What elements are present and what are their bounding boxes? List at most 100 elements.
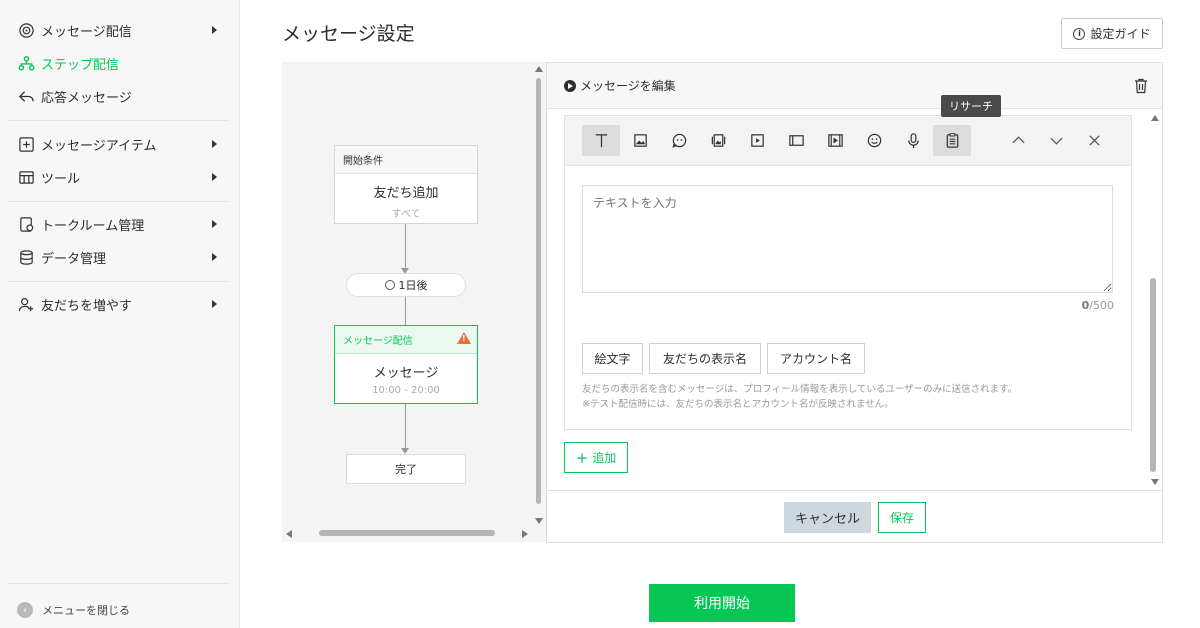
emoji-type-button[interactable] bbox=[855, 125, 893, 156]
trash-icon[interactable] bbox=[1134, 78, 1148, 94]
sidebar-item-label: メッセージアイテム bbox=[41, 138, 157, 154]
node-title: 友だち追加 bbox=[373, 186, 439, 201]
sidebar-item-label: 応答メッセージ bbox=[41, 90, 132, 106]
move-up-button[interactable] bbox=[999, 125, 1037, 156]
start-condition-node[interactable]: 開始条件 友だち追加 すべて bbox=[334, 145, 478, 224]
chevron-left-icon: ‹ bbox=[17, 602, 33, 618]
scroll-down-icon[interactable] bbox=[1151, 479, 1159, 485]
insert-friend-name-button[interactable]: 友だちの表示名 bbox=[649, 343, 761, 374]
message-body: リサーチ 0/500 絵文字 友だちの表示名 アカウント名 友だちの表示名を含む… bbox=[564, 95, 1132, 430]
counter-max: /500 bbox=[1089, 299, 1114, 312]
chevron-right-icon bbox=[212, 140, 217, 148]
page-title: メッセージ設定 bbox=[282, 23, 415, 45]
node-title: メッセージ bbox=[373, 366, 439, 381]
editor-footer: キャンセル 保存 bbox=[547, 490, 1162, 542]
flow-vertical-scrollbar[interactable] bbox=[536, 78, 541, 504]
close-menu-button[interactable]: ‹ メニューを閉じる bbox=[17, 602, 130, 618]
sidebar-item-add-friends[interactable]: 友だちを増やす bbox=[0, 289, 239, 319]
insert-emoji-button[interactable]: 絵文字 bbox=[582, 343, 643, 374]
research-icon bbox=[946, 133, 958, 148]
sidebar-item-data-management[interactable]: データ管理 bbox=[0, 242, 239, 272]
sidebar-item-label: 友だちを増やす bbox=[41, 298, 133, 314]
message-editor-panel: メッセージを編集 リサーチ テキストを入力 0/500 絵文字 友だちの表示名 … bbox=[546, 62, 1163, 543]
chat-manage-icon bbox=[17, 215, 35, 233]
start-using-button[interactable]: 利用開始 bbox=[649, 584, 795, 622]
card-type-button[interactable] bbox=[699, 125, 737, 156]
node-subtitle: 10:00 - 20:00 bbox=[372, 385, 440, 396]
text-icon bbox=[595, 134, 607, 148]
save-button[interactable]: 保存 bbox=[878, 502, 926, 533]
stamp-type-button[interactable] bbox=[660, 125, 698, 156]
scroll-up-icon[interactable] bbox=[1151, 115, 1159, 121]
sidebar-item-message-broadcast[interactable]: メッセージ配信 bbox=[0, 15, 239, 45]
text-type-button[interactable] bbox=[582, 125, 620, 156]
delay-badge[interactable]: 1日後 bbox=[346, 273, 466, 297]
scroll-right-icon[interactable] bbox=[522, 530, 528, 538]
sidebar-item-step-broadcast[interactable]: ステップ配信 bbox=[0, 48, 239, 78]
image-type-button[interactable] bbox=[621, 125, 659, 156]
chevron-right-icon bbox=[212, 300, 217, 308]
remove-message-button[interactable] bbox=[1075, 125, 1113, 156]
step-icon bbox=[17, 54, 35, 72]
divider bbox=[8, 583, 229, 584]
video-icon bbox=[750, 134, 764, 147]
editor-scrollbar[interactable] bbox=[1150, 278, 1156, 472]
scroll-left-icon[interactable] bbox=[286, 530, 292, 538]
insert-account-name-button[interactable]: アカウント名 bbox=[767, 343, 865, 374]
video-type-button[interactable] bbox=[738, 125, 776, 156]
node-header: メッセージ配信 ! bbox=[335, 326, 477, 354]
add-message-button[interactable]: + 追加 bbox=[564, 442, 628, 473]
rich-video-type-button[interactable] bbox=[816, 125, 854, 156]
chevron-right-icon bbox=[212, 220, 217, 228]
divider bbox=[8, 281, 229, 282]
add-friend-icon bbox=[17, 295, 35, 313]
end-node[interactable]: 完了 bbox=[346, 454, 466, 484]
scroll-up-icon[interactable] bbox=[535, 66, 543, 72]
research-type-button[interactable] bbox=[933, 125, 971, 156]
rich-message-type-button[interactable] bbox=[777, 125, 815, 156]
flow-connector bbox=[405, 224, 406, 268]
node-header: 開始条件 bbox=[335, 146, 477, 174]
voice-type-button[interactable] bbox=[894, 125, 932, 156]
message-node[interactable]: メッセージ配信 ! メッセージ 10:00 - 20:00 bbox=[334, 325, 478, 404]
message-text-input[interactable] bbox=[582, 185, 1113, 293]
database-icon bbox=[17, 248, 35, 266]
card-icon bbox=[711, 134, 725, 147]
play-circle-icon bbox=[564, 79, 576, 92]
sidebar-item-tools[interactable]: ツール bbox=[0, 162, 239, 192]
chevron-up-icon bbox=[1011, 136, 1025, 144]
character-counter: 0/500 bbox=[1082, 299, 1114, 312]
image-icon bbox=[633, 134, 647, 147]
scroll-down-icon[interactable] bbox=[535, 518, 543, 524]
move-down-button[interactable] bbox=[1037, 125, 1075, 156]
tools-icon bbox=[17, 168, 35, 186]
sidebar-item-auto-reply[interactable]: 応答メッセージ bbox=[0, 81, 239, 111]
chevron-right-icon bbox=[212, 26, 217, 34]
sidebar: メッセージ配信 ステップ配信 応答メッセージ メッセージアイテム ツール トーク… bbox=[0, 0, 240, 628]
setup-guide-button[interactable]: i 設定ガイド bbox=[1061, 18, 1163, 49]
sidebar-item-message-items[interactable]: メッセージアイテム bbox=[0, 129, 239, 159]
rich-message-icon bbox=[788, 135, 804, 146]
step-flow-panel: 開始条件 友だち追加 すべて 1日後 メッセージ配信 ! メッセージ 10:00… bbox=[282, 62, 546, 542]
message-type-toolbar: リサーチ bbox=[565, 95, 1131, 166]
setup-guide-label: 設定ガイド bbox=[1090, 27, 1151, 41]
chevron-down-icon bbox=[1049, 137, 1063, 145]
emoji-icon bbox=[867, 133, 881, 148]
tooltip: リサーチ bbox=[941, 95, 1001, 117]
delay-label: 1日後 bbox=[398, 279, 428, 292]
sidebar-item-label: データ管理 bbox=[41, 251, 107, 267]
microphone-icon bbox=[907, 133, 919, 149]
sidebar-item-chat-room[interactable]: トークルーム管理 bbox=[0, 209, 239, 239]
flow-connector bbox=[405, 297, 406, 325]
sidebar-item-label: ツール bbox=[41, 171, 81, 187]
reply-icon bbox=[17, 87, 35, 105]
editor-header: メッセージを編集 bbox=[547, 63, 1162, 109]
flow-horizontal-scrollbar[interactable] bbox=[319, 530, 495, 536]
chevron-right-icon bbox=[212, 253, 217, 261]
add-box-icon bbox=[17, 135, 35, 153]
cancel-button[interactable]: キャンセル bbox=[784, 502, 871, 533]
sidebar-item-label: トークルーム管理 bbox=[41, 218, 145, 234]
add-message-label: 追加 bbox=[592, 451, 617, 465]
sidebar-item-label: メッセージ配信 bbox=[41, 24, 132, 40]
chevron-right-icon bbox=[212, 173, 217, 181]
